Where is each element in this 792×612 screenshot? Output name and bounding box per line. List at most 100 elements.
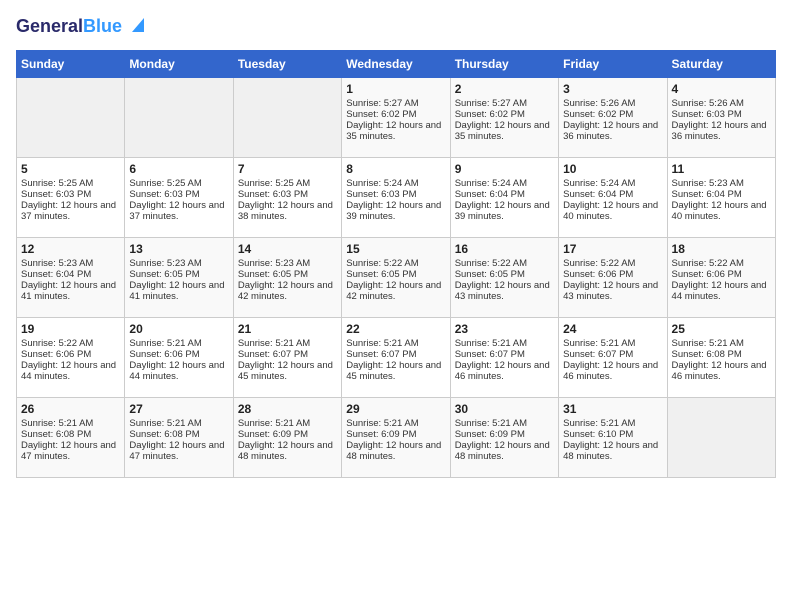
day-number: 12: [21, 242, 120, 256]
daylight-text: Daylight: 12 hours and 48 minutes.: [346, 440, 445, 462]
calendar-cell: 6Sunrise: 5:25 AMSunset: 6:03 PMDaylight…: [125, 157, 233, 237]
calendar-cell: 2Sunrise: 5:27 AMSunset: 6:02 PMDaylight…: [450, 77, 558, 157]
header-row: SundayMondayTuesdayWednesdayThursdayFrid…: [17, 50, 776, 77]
daylight-text: Daylight: 12 hours and 35 minutes.: [346, 120, 445, 142]
daylight-text: Daylight: 12 hours and 42 minutes.: [238, 280, 337, 302]
calendar-cell: 3Sunrise: 5:26 AMSunset: 6:02 PMDaylight…: [559, 77, 667, 157]
sunrise-text: Sunrise: 5:21 AM: [238, 418, 337, 429]
daylight-text: Daylight: 12 hours and 41 minutes.: [21, 280, 120, 302]
sunset-text: Sunset: 6:07 PM: [238, 349, 337, 360]
day-header-sunday: Sunday: [17, 50, 125, 77]
daylight-text: Daylight: 12 hours and 37 minutes.: [21, 200, 120, 222]
daylight-text: Daylight: 12 hours and 47 minutes.: [129, 440, 228, 462]
day-number: 14: [238, 242, 337, 256]
week-row-4: 19 Sunrise: 5:22 AMSunset: 6:06 PM Dayligh…: [17, 317, 776, 397]
sunrise-text: Sunrise: 5:21 AM: [346, 418, 445, 429]
logo-text: GeneralBlue: [16, 16, 122, 38]
day-number: 16: [455, 242, 554, 256]
day-number: 28: [238, 402, 337, 416]
daylight-text: Daylight: 12 hours and 40 minutes.: [672, 200, 771, 222]
daylight-text: Daylight: 12 hours and 48 minutes.: [563, 440, 662, 462]
day-number: 9: [455, 162, 554, 176]
sunrise-text: Sunrise: 5:21 AM: [238, 338, 337, 349]
page-header: GeneralBlue: [16, 16, 776, 38]
sunset-text: Sunset: 6:05 PM: [238, 269, 337, 280]
sunrise-text: Sunrise: 5:24 AM: [455, 178, 554, 189]
calendar-cell: 20Sunrise: 5:21 AMSunset: 6:06 PMDayligh…: [125, 317, 233, 397]
sunrise-text: Sunrise: 5:21 AM: [129, 338, 228, 349]
sunrise-text: Sunrise: 5:22 AM: [346, 258, 445, 269]
sunset-text: Sunset: 6:09 PM: [346, 429, 445, 440]
calendar-cell: 31Sunrise: 5:21 AMSunset: 6:10 PMDayligh…: [559, 397, 667, 477]
calendar-cell: 14Sunrise: 5:23 AMSunset: 6:05 PMDayligh…: [233, 237, 341, 317]
day-number: 10: [563, 162, 662, 176]
daylight-text: Daylight: 12 hours and 36 minutes.: [563, 120, 662, 142]
day-header-thursday: Thursday: [450, 50, 558, 77]
daylight-text: Daylight: 12 hours and 47 minutes.: [21, 440, 120, 462]
daylight-text: Daylight: 12 hours and 45 minutes.: [238, 360, 337, 382]
daylight-text: Daylight: 12 hours and 40 minutes.: [563, 200, 662, 222]
sunset-text: Sunset: 6:04 PM: [21, 269, 120, 280]
calendar-cell: 7Sunrise: 5:25 AMSunset: 6:03 PMDaylight…: [233, 157, 341, 237]
calendar-cell: 19Sunrise: 5:22 AMSunset: 6:06 PMDayligh…: [17, 317, 125, 397]
day-number: 31: [563, 402, 662, 416]
calendar-cell: [233, 77, 341, 157]
sunset-text: Sunset: 6:07 PM: [455, 349, 554, 360]
sunrise-text: Sunrise: 5:21 AM: [455, 338, 554, 349]
week-row-3: 12Sunrise: 5:23 AMSunset: 6:04 PMDayligh…: [17, 237, 776, 317]
sunset-text: Sunset: 6:06 PM: [563, 269, 662, 280]
calendar-cell: 23 Sunrise: 5:21 AMSunset: 6:07 PMDayligh…: [450, 317, 558, 397]
day-number: 7: [238, 162, 337, 176]
calendar-cell: 1Sunrise: 5:27 AMSunset: 6:02 PMDaylight…: [342, 77, 450, 157]
daylight-text: Daylight: 12 hours and 41 minutes.: [129, 280, 228, 302]
day-number: 15: [346, 242, 445, 256]
day-number: 13: [129, 242, 228, 256]
sunrise-text: Sunrise: 5:21 AM: [346, 338, 445, 349]
day-number: 19: [21, 322, 120, 336]
day-number: 5: [21, 162, 120, 176]
sunset-text: Sunset: 6:08 PM: [129, 429, 228, 440]
sunset-text: Sunset: 6:02 PM: [346, 109, 445, 120]
sunset-text: Sunset: 6:09 PM: [455, 429, 554, 440]
sunrise-text: Sunrise: 5:27 AM: [455, 98, 554, 109]
day-number: 23: [455, 322, 554, 336]
sunset-text: Sunset: 6:03 PM: [346, 189, 445, 200]
day-number: 24: [563, 322, 662, 336]
sunrise-text: Sunrise: 5:21 AM: [129, 418, 228, 429]
sunset-text: Sunset: 6:03 PM: [21, 189, 120, 200]
sunrise-text: Sunrise: 5:24 AM: [563, 178, 662, 189]
calendar-cell: [667, 397, 775, 477]
sunrise-text: Sunrise: 5:21 AM: [455, 418, 554, 429]
sunset-text: Sunset: 6:06 PM: [21, 349, 120, 360]
sunrise-text: Sunrise: 5:22 AM: [21, 338, 120, 349]
day-number: 8: [346, 162, 445, 176]
day-number: 29: [346, 402, 445, 416]
sunset-text: Sunset: 6:04 PM: [563, 189, 662, 200]
sunset-text: Sunset: 6:05 PM: [455, 269, 554, 280]
sunset-text: Sunset: 6:04 PM: [455, 189, 554, 200]
logo: GeneralBlue: [16, 16, 146, 38]
day-number: 17: [563, 242, 662, 256]
day-number: 1: [346, 82, 445, 96]
daylight-text: Daylight: 12 hours and 35 minutes.: [455, 120, 554, 142]
daylight-text: Daylight: 12 hours and 42 minutes.: [346, 280, 445, 302]
calendar-cell: 16Sunrise: 5:22 AMSunset: 6:05 PMDayligh…: [450, 237, 558, 317]
week-row-1: 1Sunrise: 5:27 AMSunset: 6:02 PMDaylight…: [17, 77, 776, 157]
calendar-cell: 5Sunrise: 5:25 AMSunset: 6:03 PMDaylight…: [17, 157, 125, 237]
day-header-wednesday: Wednesday: [342, 50, 450, 77]
sunrise-text: Sunrise: 5:24 AM: [346, 178, 445, 189]
day-number: 27: [129, 402, 228, 416]
sunset-text: Sunset: 6:04 PM: [672, 189, 771, 200]
calendar-cell: 12Sunrise: 5:23 AMSunset: 6:04 PMDayligh…: [17, 237, 125, 317]
day-number: 18: [672, 242, 771, 256]
week-row-5: 26Sunrise: 5:21 AMSunset: 6:08 PMDayligh…: [17, 397, 776, 477]
daylight-text: Daylight: 12 hours and 46 minutes.: [455, 360, 554, 382]
sunset-text: Sunset: 6:06 PM: [672, 269, 771, 280]
calendar-cell: 26Sunrise: 5:21 AMSunset: 6:08 PMDayligh…: [17, 397, 125, 477]
day-number: 3: [563, 82, 662, 96]
day-number: 26: [21, 402, 120, 416]
calendar-cell: 27 Sunrise: 5:21 AMSunset: 6:08 PMDayligh…: [125, 397, 233, 477]
sunrise-text: Sunrise: 5:22 AM: [672, 258, 771, 269]
calendar-cell: 24Sunrise: 5:21 AMSunset: 6:07 PMDayligh…: [559, 317, 667, 397]
calendar-cell: 11Sunrise: 5:23 AMSunset: 6:04 PMDayligh…: [667, 157, 775, 237]
